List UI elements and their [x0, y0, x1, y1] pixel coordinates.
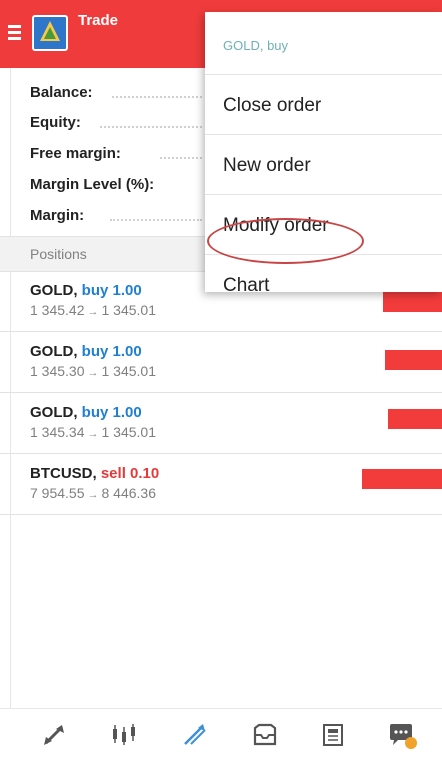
position-volume: 1.00	[112, 282, 142, 299]
news-icon	[323, 724, 343, 746]
profit-bar	[385, 350, 442, 370]
arrow-icon: →	[87, 306, 99, 318]
margin-leader	[110, 219, 202, 221]
tab-news[interactable]	[302, 709, 362, 757]
bottom-navigation	[0, 708, 442, 757]
position-symbol: GOLD,	[30, 282, 78, 299]
position-row[interactable]: BTCUSD, sell 0.10 7 954.55 → 8 446.36	[0, 454, 442, 515]
menu-item-new-order[interactable]: New order	[205, 134, 442, 194]
position-symbol: GOLD,	[30, 404, 78, 421]
chart-icon	[113, 724, 135, 745]
margin-level-label: Margin Level (%):	[30, 176, 155, 193]
equity-leader	[100, 126, 202, 128]
free-margin-leader	[160, 157, 202, 159]
position-volume: 1.00	[112, 404, 142, 421]
tab-messages[interactable]	[370, 709, 430, 757]
context-menu: GOLD, buy Close order New order Modify o…	[205, 12, 442, 292]
menu-item-close-order[interactable]: Close order	[205, 74, 442, 134]
balance-leader	[112, 96, 202, 98]
highlight-circle	[207, 218, 364, 264]
tab-history[interactable]	[234, 709, 294, 757]
position-title: GOLD, buy 1.00	[30, 343, 142, 360]
position-title: GOLD, buy 1.00	[30, 404, 142, 421]
current-price: 8 446.36	[101, 485, 157, 501]
position-side: buy	[81, 343, 109, 360]
position-volume: 0.10	[130, 465, 160, 482]
position-symbol: GOLD,	[30, 343, 78, 360]
position-title: BTCUSD, sell 0.10	[30, 465, 159, 482]
menu-item-label: New order	[223, 155, 311, 176]
menu-item-label: Close order	[223, 95, 322, 116]
profit-bar	[362, 469, 442, 489]
position-side: sell	[100, 465, 126, 482]
tab-quotes[interactable]	[24, 709, 84, 757]
current-price: 1 345.01	[101, 302, 157, 318]
current-price: 1 345.01	[101, 424, 157, 440]
position-title: GOLD, buy 1.00	[30, 282, 142, 299]
tab-trade[interactable]	[164, 709, 224, 757]
page-title: Trade	[78, 12, 119, 29]
positions-header-label: Positions	[30, 246, 87, 262]
history-icon	[253, 723, 277, 746]
open-price: 1 345.34	[30, 424, 85, 440]
position-prices: 7 954.55 → 8 446.36	[30, 485, 156, 501]
position-symbol: BTCUSD,	[30, 465, 97, 482]
position-prices: 1 345.42 → 1 345.01	[30, 302, 156, 318]
app-logo	[32, 15, 68, 51]
arrow-icon: →	[87, 428, 99, 440]
arrow-icon: →	[87, 489, 99, 501]
position-side: buy	[81, 282, 109, 299]
context-menu-title: GOLD, buy	[223, 38, 289, 53]
open-price: 1 345.42	[30, 302, 85, 318]
position-prices: 1 345.34 → 1 345.01	[30, 424, 156, 440]
equity-label: Equity:	[30, 114, 81, 131]
menu-item-label: Chart	[223, 275, 270, 292]
quotes-icon	[44, 725, 64, 745]
position-volume: 1.00	[112, 343, 142, 360]
current-price: 1 345.01	[101, 363, 157, 379]
profit-bar	[383, 292, 442, 312]
profit-bar	[388, 409, 442, 429]
position-side: buy	[81, 404, 109, 421]
messages-icon	[390, 724, 417, 749]
position-prices: 1 345.30 → 1 345.01	[30, 363, 156, 379]
open-price: 1 345.30	[30, 363, 85, 379]
free-margin-label: Free margin:	[30, 145, 121, 162]
arrow-icon: →	[87, 367, 99, 379]
margin-label: Margin:	[30, 207, 85, 224]
menu-icon[interactable]	[8, 25, 21, 41]
position-row[interactable]: GOLD, buy 1.00 1 345.30 → 1 345.01	[0, 332, 442, 393]
open-price: 7 954.55	[30, 485, 85, 501]
tab-chart[interactable]	[92, 709, 152, 757]
position-row[interactable]: GOLD, buy 1.00 1 345.34 → 1 345.01	[0, 393, 442, 454]
balance-label: Balance:	[30, 84, 93, 101]
trade-icon	[184, 724, 206, 745]
